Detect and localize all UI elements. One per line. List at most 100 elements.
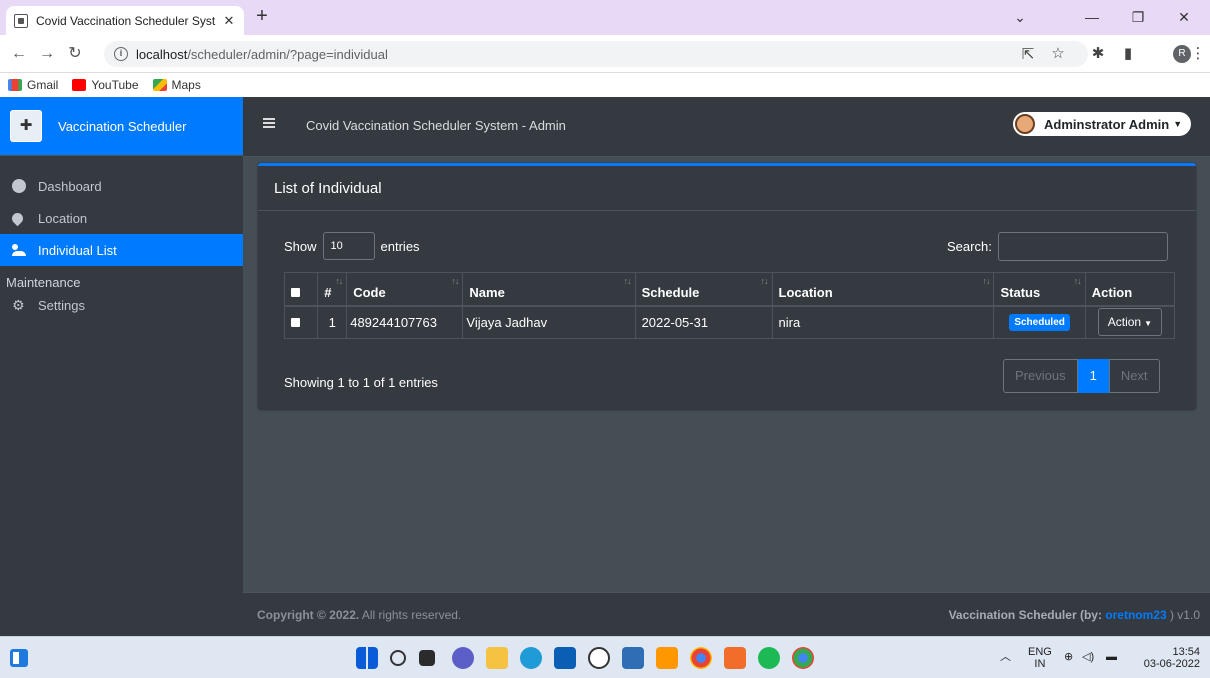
task-view-icon[interactable] [419, 650, 435, 666]
clock-time: 13:54 [1172, 646, 1200, 658]
search-icon[interactable] [390, 650, 406, 666]
table-info: Showing 1 to 1 of 1 entries [284, 375, 438, 390]
back-button[interactable]: ← [8, 43, 30, 65]
bookmark-youtube[interactable]: YouTube [72, 78, 139, 92]
dell-icon[interactable] [588, 647, 610, 669]
entries-select[interactable]: 10 [322, 232, 375, 260]
bookmark-star-icon[interactable]: ☆ [1048, 44, 1068, 64]
table-row: 1 489244107763 Vijaya Jadhav 2022-05-31 … [283, 305, 1176, 339]
sidebar-item-location[interactable]: Location [0, 202, 243, 234]
user-name: Adminstrator Admin [1044, 116, 1170, 132]
column-header-label: Action [1091, 284, 1133, 300]
volume-icon[interactable]: ◁) [1082, 651, 1094, 663]
chrome-icon[interactable] [690, 647, 712, 669]
search-control: Search: [947, 232, 1168, 261]
cell-status: Scheduled [993, 305, 1086, 339]
windows-start-icon[interactable] [356, 647, 378, 669]
gears-icon: ⚙ [12, 297, 25, 313]
sort-icon: ↑↓ [760, 276, 769, 286]
top-navbar: Covid Vaccination Scheduler System - Adm… [243, 97, 1210, 157]
select-all-checkbox[interactable] [291, 287, 300, 297]
page-1-button[interactable]: 1 [1077, 359, 1109, 393]
next-page-button[interactable]: Next [1108, 359, 1160, 393]
side-panel-icon[interactable]: ▮ [1118, 44, 1138, 64]
sidebar-item-settings[interactable]: ⚙ Settings [0, 292, 243, 318]
battery-icon[interactable]: ▬ [1106, 651, 1117, 663]
main-content: List of Individual Show 10 entries Searc… [243, 157, 1210, 592]
extensions-icon[interactable]: ✱ [1088, 44, 1108, 64]
column-header-name[interactable]: Name ↑↓ [462, 272, 636, 307]
column-header-status[interactable]: Status ↑↓ [993, 272, 1086, 307]
row-checkbox-cell [283, 305, 319, 339]
copyright-rest: All rights reserved. [359, 607, 462, 622]
row-checkbox[interactable] [291, 317, 300, 327]
column-header-label: Name [469, 284, 505, 300]
tab-title: Covid Vaccination Scheduler Syst [36, 13, 216, 28]
window-close-button[interactable]: ✕ [1162, 0, 1206, 35]
entries-label: entries [380, 238, 420, 254]
new-tab-button[interactable]: + [252, 6, 272, 27]
column-header-schedule[interactable]: Schedule ↑↓ [634, 272, 773, 307]
sidebar-item-label: Settings [38, 297, 85, 313]
clock[interactable]: 13:54 03-06-2022 [1130, 646, 1200, 670]
sidebar-item-label: Dashboard [38, 178, 102, 194]
dev-cpp-icon[interactable] [622, 647, 644, 669]
cell-schedule: 2022-05-31 [634, 305, 773, 339]
user-avatar [1015, 114, 1035, 134]
url-path: /scheduler/admin/?page=individual [187, 46, 388, 62]
minimize-button[interactable]: — [1070, 0, 1114, 35]
browser-tab[interactable]: Covid Vaccination Scheduler Syst ✕ [6, 6, 244, 35]
tray-overflow-icon[interactable]: ︿ [1000, 651, 1011, 663]
chrome-profile-icon[interactable] [792, 647, 814, 669]
sublime-text-icon[interactable] [656, 647, 678, 669]
youtube-icon [72, 79, 87, 91]
restore-button[interactable]: ❐ [1116, 0, 1160, 35]
xampp-icon[interactable] [724, 647, 746, 669]
copyright: Copyright © 2022. All rights reserved. [257, 608, 461, 622]
column-header-num[interactable]: # ↑↓ [317, 272, 348, 307]
bookmark-maps[interactable]: Maps [152, 78, 201, 92]
previous-page-button[interactable]: Previous [1003, 359, 1078, 393]
address-bar[interactable]: i localhost/scheduler/admin/?page=indivi… [104, 41, 1088, 67]
hamburger-menu-icon[interactable] [263, 118, 275, 128]
entries-length-control: Show 10 entries [284, 232, 420, 260]
sort-icon: ↑↓ [623, 276, 632, 286]
reload-button[interactable]: ↻ [64, 43, 86, 65]
credit-author-link[interactable]: oretnom23 [1105, 608, 1166, 622]
brand-link[interactable]: ✚ Vaccination Scheduler [0, 97, 243, 156]
pagination: Previous 1 Next [1003, 359, 1160, 393]
brand-logo-icon: ✚ [10, 110, 42, 142]
search-input[interactable] [997, 232, 1168, 261]
region-code: IN [1034, 658, 1046, 670]
browser-menu-icon[interactable]: ⋮ [1188, 44, 1208, 64]
column-header-code[interactable]: Code ↑↓ [346, 272, 464, 307]
edge-icon[interactable] [520, 647, 542, 669]
share-icon[interactable]: ⇱ [1018, 45, 1038, 65]
language-indicator[interactable]: ENG IN [1028, 646, 1052, 670]
file-explorer-icon[interactable] [486, 647, 508, 669]
network-icon[interactable]: ⊕ [1064, 651, 1073, 663]
favicon-icon [14, 13, 28, 28]
chat-icon[interactable] [452, 647, 474, 669]
bookmark-gmail[interactable]: Gmail [8, 78, 58, 92]
forward-button[interactable]: → [36, 43, 58, 65]
tab-search-icon[interactable]: ⌄ [998, 0, 1042, 35]
language-code: ENG [1028, 646, 1052, 658]
sort-icon: ↑↓ [982, 276, 990, 286]
widgets-icon[interactable] [10, 649, 28, 667]
action-dropdown-button[interactable]: Action ▼ [1097, 308, 1163, 337]
sidebar-item-individual-list[interactable]: Individual List [0, 234, 243, 266]
sidebar-item-dashboard[interactable]: Dashboard [0, 170, 243, 202]
bookmark-label: Maps [171, 78, 201, 92]
tab-close-icon[interactable]: ✕ [222, 13, 236, 29]
site-info-icon[interactable]: i [114, 47, 128, 61]
system-title: Covid Vaccination Scheduler System - Adm… [306, 118, 566, 133]
column-header-location[interactable]: Location ↑↓ [771, 272, 995, 307]
mail-icon[interactable] [554, 647, 576, 669]
clock-date: 03-06-2022 [1143, 658, 1200, 670]
spotify-icon[interactable] [758, 647, 780, 669]
user-menu-button[interactable]: Adminstrator Admin ▼ [1013, 112, 1191, 136]
individuals-table: # ↑↓ Code ↑↓ Name ↑↓ Schedule ↑↓ Location ↑↓ … [283, 272, 1176, 339]
sort-icon: ↑↓ [335, 276, 343, 286]
sidebar: ✚ Vaccination Scheduler Dashboard Locati… [0, 97, 243, 636]
